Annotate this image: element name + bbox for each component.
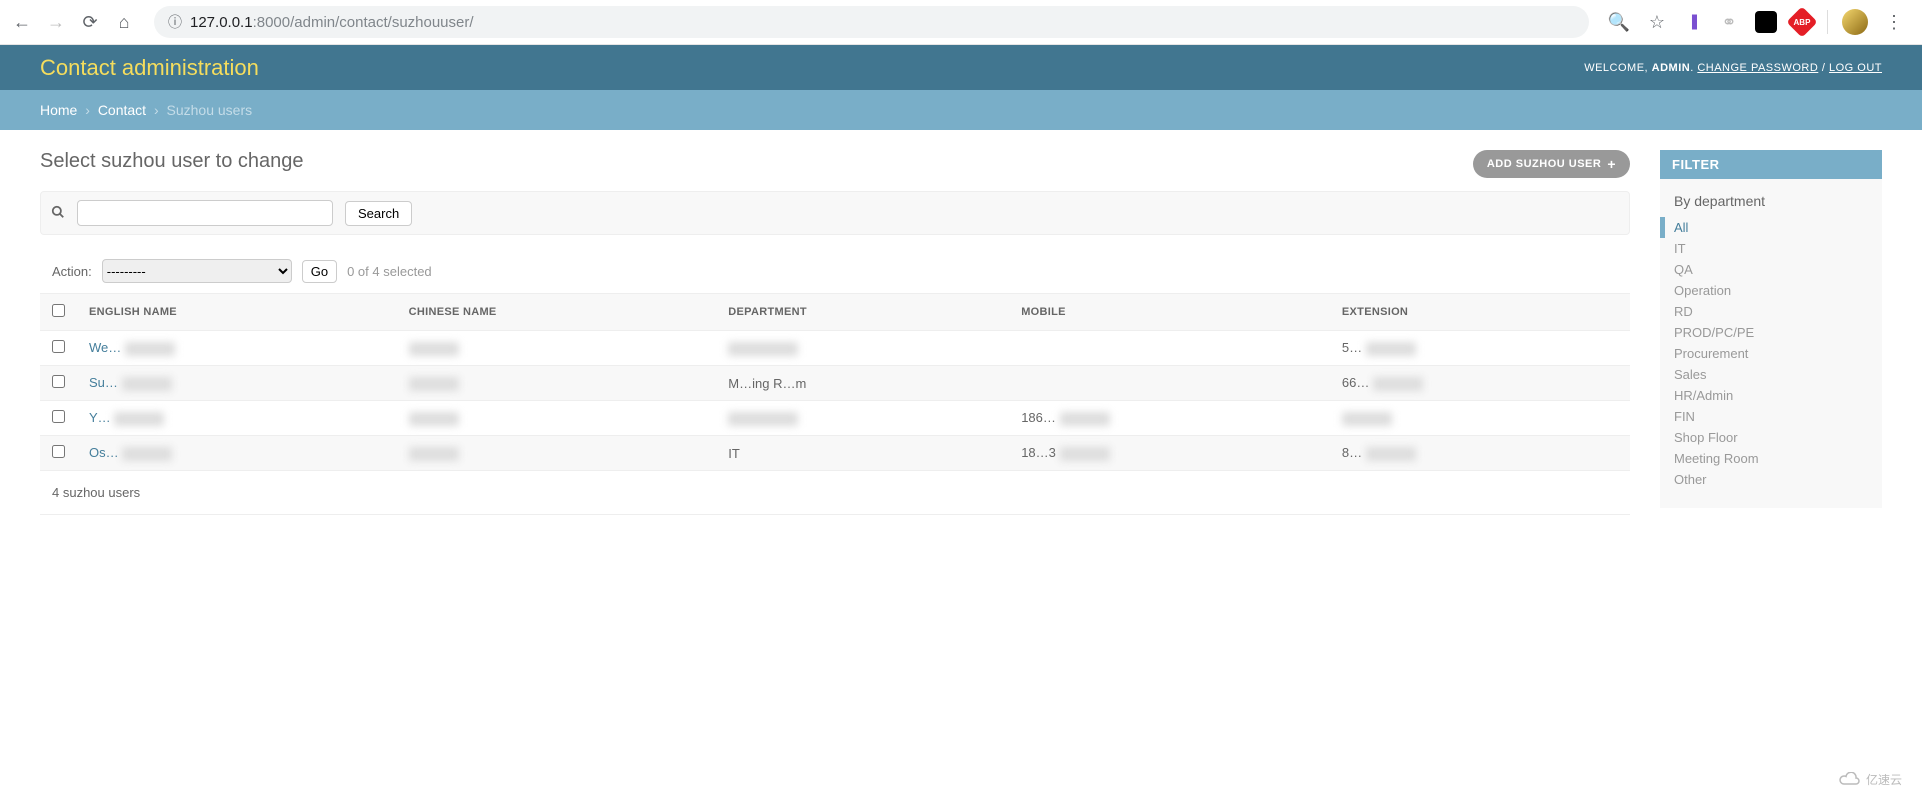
filter-item[interactable]: Other	[1660, 469, 1882, 490]
plus-icon: +	[1607, 156, 1616, 172]
filter-item[interactable]: Shop Floor	[1660, 427, 1882, 448]
filter-header: FILTER	[1660, 150, 1882, 179]
row-checkbox[interactable]	[52, 445, 65, 458]
search-button[interactable]: Search	[345, 201, 412, 226]
row-count: 4 suzhou users	[40, 471, 1630, 515]
selected-count: 0 of 4 selected	[347, 264, 432, 279]
row-chinese	[397, 436, 717, 471]
search-input[interactable]	[77, 200, 333, 226]
breadcrumb-current: Suzhou users	[167, 102, 253, 118]
row-mobile: 186…	[1009, 401, 1330, 436]
row-extension: 66…	[1330, 366, 1630, 401]
menu-icon[interactable]: ⋮	[1882, 10, 1906, 34]
filter-group-label: By department	[1660, 189, 1882, 217]
row-checkbox[interactable]	[52, 340, 65, 353]
filter-item[interactable]: HR/Admin	[1660, 385, 1882, 406]
filter-item[interactable]: RD	[1660, 301, 1882, 322]
star-icon[interactable]: ☆	[1645, 10, 1669, 34]
logout-link[interactable]: LOG OUT	[1829, 62, 1882, 74]
home-icon[interactable]: ⌂	[112, 10, 136, 34]
forward-icon: →	[44, 10, 68, 34]
breadcrumb: Home › Contact › Suzhou users	[0, 90, 1922, 130]
table-row: We… 5…	[40, 331, 1630, 366]
actions-row: Action: --------- Go 0 of 4 selected	[40, 259, 1630, 283]
row-mobile	[1009, 331, 1330, 366]
row-department	[716, 331, 1009, 366]
reload-icon[interactable]: ⟳	[78, 10, 102, 34]
row-chinese	[397, 401, 717, 436]
results-table: ENGLISH NAME CHINESE NAME DEPARTMENT MOB…	[40, 293, 1630, 471]
row-checkbox[interactable]	[52, 375, 65, 388]
toolbar-divider	[1827, 10, 1828, 34]
profile-avatar[interactable]	[1842, 9, 1868, 35]
row-department	[716, 401, 1009, 436]
breadcrumb-contact[interactable]: Contact	[98, 102, 146, 118]
row-department: IT	[716, 436, 1009, 471]
filter-item[interactable]: Procurement	[1660, 343, 1882, 364]
col-english[interactable]: ENGLISH NAME	[77, 294, 397, 331]
table-row: Os… IT 18…3 8…	[40, 436, 1630, 471]
filter-item[interactable]: Sales	[1660, 364, 1882, 385]
username: ADMIN	[1652, 62, 1691, 74]
row-extension: 8…	[1330, 436, 1630, 471]
filter-item[interactable]: QA	[1660, 259, 1882, 280]
row-english-link[interactable]: Y…	[89, 410, 111, 425]
extension-mask-icon[interactable]	[1755, 11, 1777, 33]
search-icon	[51, 205, 65, 222]
table-row: Y… 186…	[40, 401, 1630, 436]
user-tools: WELCOME, ADMIN. CHANGE PASSWORD / LOG OU…	[1584, 62, 1882, 74]
row-checkbox[interactable]	[52, 410, 65, 423]
breadcrumb-home[interactable]: Home	[40, 102, 77, 118]
url-text: 127.0.0.1:8000/admin/contact/suzhouuser/	[190, 14, 474, 31]
row-mobile	[1009, 366, 1330, 401]
go-button[interactable]: Go	[302, 260, 337, 283]
admin-header: Contact administration WELCOME, ADMIN. C…	[0, 45, 1922, 90]
col-mobile[interactable]: MOBILE	[1009, 294, 1330, 331]
row-department: M…ing R…m	[716, 366, 1009, 401]
select-all-checkbox[interactable]	[52, 304, 65, 317]
col-chinese[interactable]: CHINESE NAME	[397, 294, 717, 331]
col-extension[interactable]: EXTENSION	[1330, 294, 1630, 331]
watermark: 亿速云	[1838, 771, 1902, 788]
filter-item[interactable]: PROD/PC/PE	[1660, 322, 1882, 343]
add-suzhou-user-button[interactable]: ADD SUZHOU USER +	[1473, 150, 1630, 178]
row-chinese	[397, 366, 717, 401]
row-english-link[interactable]: Su…	[89, 375, 118, 390]
row-english-link[interactable]: Os…	[89, 445, 119, 460]
adblock-icon[interactable]: ABP	[1786, 6, 1817, 37]
extension-purple-icon[interactable]: |||	[1683, 12, 1703, 32]
table-row: Su… M…ing R…m 66…	[40, 366, 1630, 401]
row-chinese	[397, 331, 717, 366]
row-extension: 5…	[1330, 331, 1630, 366]
action-select[interactable]: ---------	[102, 259, 292, 283]
add-button-label: ADD SUZHOU USER	[1487, 158, 1601, 170]
site-info-icon: ⓘ	[168, 12, 182, 32]
search-bar: Search	[40, 191, 1630, 235]
site-title: Contact administration	[40, 55, 259, 81]
row-extension	[1330, 401, 1630, 436]
page-title: Select suzhou user to change	[40, 150, 304, 173]
toolbar-right: 🔍 ☆ ||| ⚭ ABP ⋮	[1607, 9, 1912, 35]
url-bar[interactable]: ⓘ 127.0.0.1:8000/admin/contact/suzhouuse…	[154, 6, 1589, 38]
filter-item[interactable]: Meeting Room	[1660, 448, 1882, 469]
row-mobile: 18…3	[1009, 436, 1330, 471]
zoom-out-icon[interactable]: 🔍	[1607, 10, 1631, 34]
filter-item[interactable]: All	[1660, 217, 1882, 238]
action-label: Action:	[52, 264, 92, 279]
browser-chrome: ← → ⟳ ⌂ ⓘ 127.0.0.1:8000/admin/contact/s…	[0, 0, 1922, 45]
row-english-link[interactable]: We…	[89, 340, 121, 355]
back-icon[interactable]: ←	[10, 10, 34, 34]
change-password-link[interactable]: CHANGE PASSWORD	[1697, 62, 1818, 74]
filter-sidebar: FILTER By department AllITQAOperationRDP…	[1660, 150, 1882, 515]
filter-item[interactable]: Operation	[1660, 280, 1882, 301]
filter-item[interactable]: IT	[1660, 238, 1882, 259]
welcome-label: WELCOME,	[1584, 62, 1651, 74]
extension-link-icon[interactable]: ⚭	[1717, 10, 1741, 34]
main-content: Select suzhou user to change ADD SUZHOU …	[40, 150, 1630, 515]
col-department[interactable]: DEPARTMENT	[716, 294, 1009, 331]
filter-item[interactable]: FIN	[1660, 406, 1882, 427]
